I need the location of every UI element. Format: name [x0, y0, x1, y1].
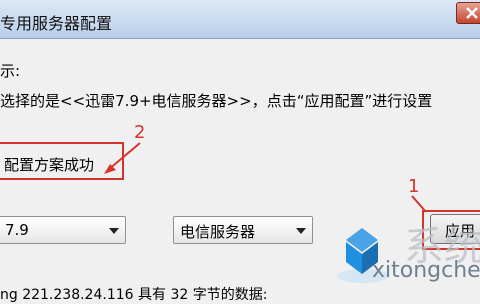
version-select-value: 7.9 [5, 221, 29, 239]
annotation-number-1: 1 [408, 176, 420, 197]
version-select[interactable]: 7.9 [0, 216, 126, 244]
watermark-domain-text: xitongche [372, 258, 480, 283]
annotation-arrow-2 [107, 142, 141, 171]
chevron-down-icon [296, 228, 306, 234]
server-select-value: 电信服务器 [180, 223, 256, 241]
ping-status-text: ng 221.238.24.116 具有 32 字节的数据: [0, 287, 268, 303]
server-select[interactable]: 电信服务器 [173, 216, 313, 244]
chevron-down-icon [109, 228, 119, 234]
